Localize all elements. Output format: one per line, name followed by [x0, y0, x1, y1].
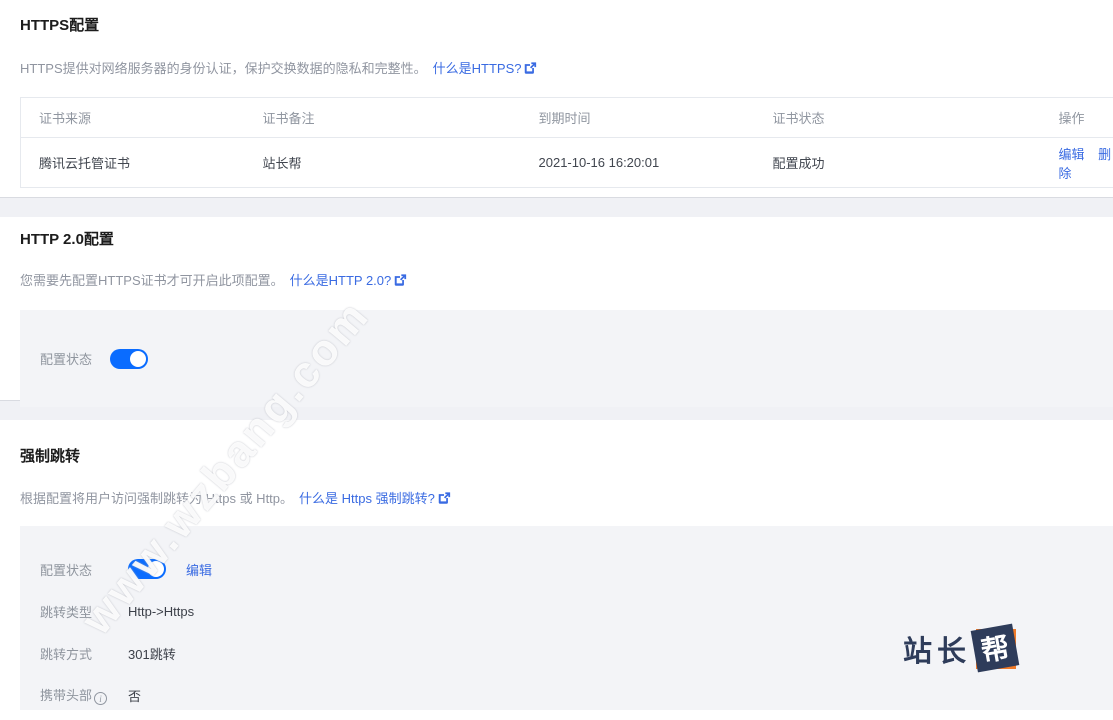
table-row: 腾讯云托管证书 站长帮 2021-10-16 16:20:01 配置成功 编辑 …	[21, 138, 1113, 188]
cell-expire-time: 2021-10-16 16:20:01	[521, 138, 755, 188]
redirect-section-description: 根据配置将用户访问强制跳转为 Https 或 Http。 什么是 Https 强…	[0, 488, 1113, 507]
carry-header-row: 携带头部i 否	[40, 674, 1113, 716]
info-icon[interactable]: i	[94, 692, 107, 705]
certificate-table: 证书来源 证书备注 到期时间 证书状态 操作 腾讯云托管证书 站长帮 2021-…	[20, 97, 1113, 188]
http2-status-row: 配置状态	[40, 310, 1113, 407]
carry-header-label: 携带头部i	[40, 685, 128, 706]
http2-toggle[interactable]	[110, 349, 148, 369]
what-is-force-redirect-link[interactable]: 什么是 Https 强制跳转?	[299, 488, 451, 507]
certificate-table-header-row: 证书来源 证书备注 到期时间 证书状态 操作	[21, 98, 1113, 138]
http2-description-text: 您需要先配置HTTPS证书才可开启此项配置。	[20, 270, 284, 289]
external-link-icon	[523, 61, 537, 75]
edit-redirect-link[interactable]: 编辑	[186, 560, 212, 579]
logo-text: 站长	[903, 628, 971, 670]
http2-config-section: HTTP 2.0配置 您需要先配置HTTPS证书才可开启此项配置。 什么是HTT…	[0, 217, 1113, 400]
http2-section-title: HTTP 2.0配置	[0, 217, 1113, 249]
https-description-text: HTTPS提供对网络服务器的身份认证，保护交换数据的隐私和完整性。	[20, 58, 427, 77]
external-link-icon	[437, 491, 451, 505]
header-expire-time: 到期时间	[521, 98, 755, 138]
https-config-page: HTTPS配置 HTTPS提供对网络服务器的身份认证，保护交换数据的隐私和完整性…	[0, 0, 1113, 720]
cell-cert-source: 腾讯云托管证书	[21, 138, 245, 188]
http2-status-label: 配置状态	[40, 349, 110, 368]
what-is-https-link[interactable]: 什么是HTTPS?	[433, 58, 538, 77]
header-cert-status: 证书状态	[755, 98, 1041, 138]
header-cert-source: 证书来源	[21, 98, 245, 138]
https-config-section: HTTPS配置 HTTPS提供对网络服务器的身份认证，保护交换数据的隐私和完整性…	[0, 0, 1113, 197]
http2-status-box: 配置状态	[20, 310, 1113, 407]
cell-cert-status: 配置成功	[755, 138, 1041, 188]
header-cert-note: 证书备注	[245, 98, 521, 138]
carry-header-value: 否	[128, 686, 141, 705]
logo-badge-icon: 帮	[973, 626, 1019, 672]
section-separator	[0, 197, 1113, 217]
edit-cert-link[interactable]: 编辑	[1059, 147, 1085, 162]
cell-operations: 编辑 删除	[1041, 138, 1113, 188]
redirect-method-value: 301跳转	[128, 644, 176, 663]
https-section-title: HTTPS配置	[0, 14, 1113, 35]
redirect-section-title: 强制跳转	[0, 420, 1113, 466]
redirect-status-label: 配置状态	[40, 560, 128, 579]
external-link-icon	[393, 273, 407, 287]
cell-cert-note: 站长帮	[245, 138, 521, 188]
redirect-toggle[interactable]	[128, 559, 166, 579]
https-section-description: HTTPS提供对网络服务器的身份认证，保护交换数据的隐私和完整性。 什么是HTT…	[0, 58, 1113, 77]
redirect-type-label: 跳转类型	[40, 602, 128, 621]
logo-badge-navy-square: 帮	[971, 624, 1020, 673]
toggle-knob	[148, 561, 164, 577]
header-operations: 操作	[1041, 98, 1113, 138]
toggle-knob	[130, 351, 146, 367]
redirect-status-row: 配置状态 编辑	[40, 548, 1113, 590]
redirect-type-value: Http->Https	[128, 604, 194, 619]
http2-section-description: 您需要先配置HTTPS证书才可开启此项配置。 什么是HTTP 2.0?	[0, 270, 1113, 289]
redirect-settings-box: 配置状态 编辑 跳转类型 Http->Https 跳转方式 301跳转 携带头部…	[20, 526, 1113, 710]
what-is-http2-link[interactable]: 什么是HTTP 2.0?	[290, 270, 408, 289]
redirect-method-label: 跳转方式	[40, 644, 128, 663]
zhanzhangbang-logo: 站长 帮	[903, 626, 1019, 672]
redirect-description-text: 根据配置将用户访问强制跳转为 Https 或 Http。	[20, 488, 293, 507]
